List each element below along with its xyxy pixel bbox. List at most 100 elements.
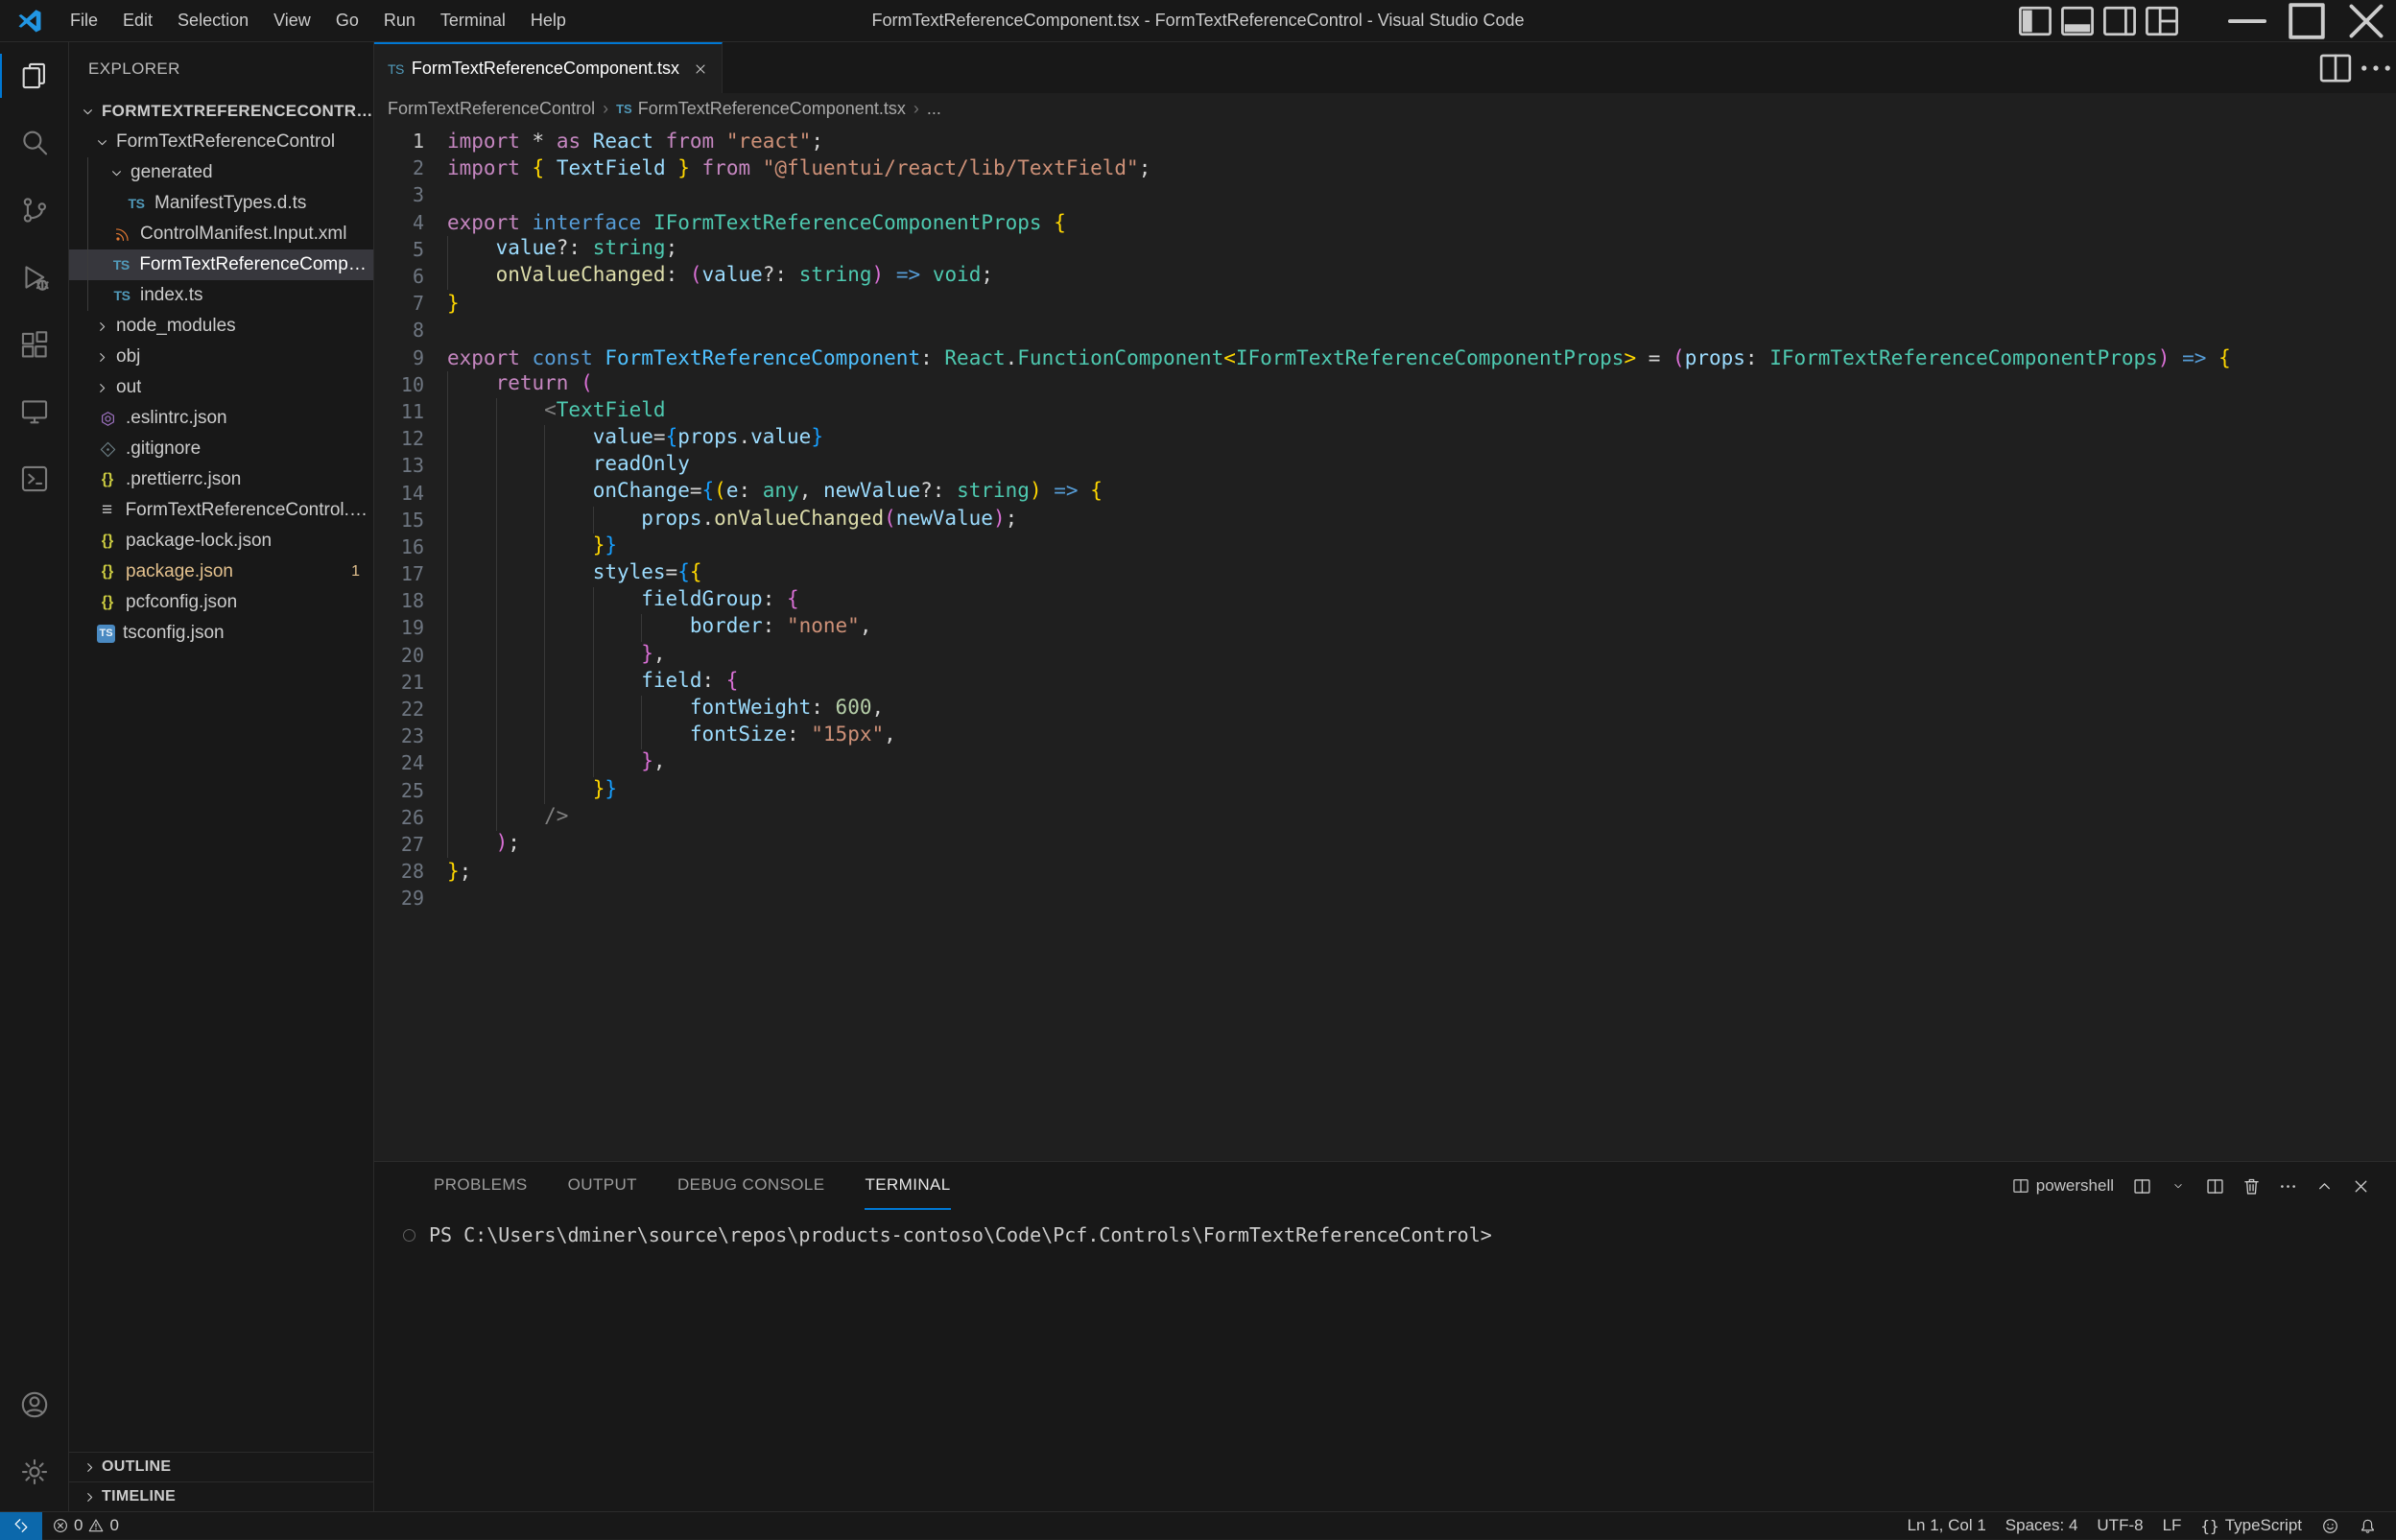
menu-terminal[interactable]: Terminal — [428, 0, 518, 41]
code-line[interactable]: 26 /> — [374, 804, 2396, 831]
code-line[interactable]: 13 readOnly — [374, 452, 2396, 479]
terminal[interactable]: PS C:\Users\dminer\source\repos\products… — [374, 1210, 2396, 1246]
tree-item-obj[interactable]: obj — [69, 342, 373, 372]
line-number[interactable]: 12 — [374, 427, 424, 450]
remote-indicator-button[interactable] — [0, 1512, 42, 1540]
line-number[interactable]: 16 — [374, 535, 424, 558]
panel-tab-terminal[interactable]: TERMINAL — [865, 1162, 950, 1210]
code-line[interactable]: 21 field: { — [374, 669, 2396, 696]
code-line[interactable]: 28 }; — [374, 858, 2396, 885]
code-line[interactable]: 24 }, — [374, 749, 2396, 776]
close-window-button[interactable] — [2337, 0, 2396, 42]
tree-item-manifesttypes-d-ts[interactable]: TS ManifestTypes.d.ts — [69, 188, 373, 219]
split-editor-icon[interactable] — [2315, 47, 2356, 89]
code-line[interactable]: 3 — [374, 181, 2396, 208]
activity-explorer[interactable] — [0, 42, 69, 109]
line-number[interactable]: 15 — [374, 509, 424, 532]
terminal-profile-tab[interactable]: powershell — [2011, 1176, 2114, 1196]
tab-formtextreferencecomponent[interactable]: TS FormTextReferenceComponent.tsx — [374, 42, 723, 93]
code-line[interactable]: 14 onChange={(e: any, newValue?: string)… — [374, 479, 2396, 506]
status-language-mode[interactable]: {}TypeScript — [2191, 1516, 2312, 1535]
line-number[interactable]: 18 — [374, 589, 424, 612]
tree-item-controlmanifest-input-xml[interactable]: ControlManifest.Input.xml — [69, 219, 373, 249]
code-line[interactable]: 20 }, — [374, 642, 2396, 669]
line-number[interactable]: 6 — [374, 265, 424, 288]
tree-item-formtextreferencecontrol[interactable]: FormTextReferenceControl — [69, 127, 373, 157]
menu-run[interactable]: Run — [371, 0, 428, 41]
section-outline[interactable]: OUTLINE — [69, 1452, 373, 1481]
line-number[interactable]: 10 — [374, 373, 424, 396]
tree-item--prettierrc-json[interactable]: {} .prettierrc.json — [69, 464, 373, 495]
status-notifications[interactable] — [2349, 1517, 2386, 1535]
activity-source-control[interactable] — [0, 177, 69, 244]
code-editor[interactable]: 1 import * as React from "react"; 2 impo… — [374, 125, 2396, 912]
line-number[interactable]: 19 — [374, 616, 424, 639]
line-number[interactable]: 2 — [374, 156, 424, 179]
menu-edit[interactable]: Edit — [110, 0, 165, 41]
close-panel-icon[interactable] — [2342, 1168, 2379, 1204]
section-timeline[interactable]: TIMELINE — [69, 1481, 373, 1511]
code-line[interactable]: 23 fontSize: "15px", — [374, 723, 2396, 749]
customize-layout-icon[interactable] — [2141, 0, 2183, 42]
line-number[interactable]: 8 — [374, 319, 424, 342]
activity-power-platform[interactable] — [0, 445, 69, 512]
tree-item-generated[interactable]: generated — [69, 157, 373, 188]
status-indentation[interactable]: Spaces: 4 — [1996, 1516, 2088, 1535]
tree-item--gitignore[interactable]: .gitignore — [69, 434, 373, 464]
launch-profile-dropdown-icon[interactable] — [2160, 1168, 2196, 1204]
panel-tab-problems[interactable]: PROBLEMS — [434, 1162, 528, 1210]
menu-file[interactable]: File — [58, 0, 110, 41]
toggle-panel-icon[interactable] — [2056, 0, 2099, 42]
line-number[interactable]: 22 — [374, 698, 424, 721]
tree-item-tsconfig-json[interactable]: TS tsconfig.json — [69, 618, 373, 649]
line-number[interactable]: 14 — [374, 482, 424, 505]
status-cursor-position[interactable]: Ln 1, Col 1 — [1898, 1516, 1996, 1535]
code-line[interactable]: 12 value={props.value} — [374, 425, 2396, 452]
tree-item-formtextreferencecontrol[interactable]: FORMTEXTREFERENCECONTROL — [69, 96, 373, 127]
activity-settings[interactable] — [0, 1438, 69, 1505]
line-number[interactable]: 13 — [374, 454, 424, 477]
maximize-button[interactable] — [2277, 0, 2337, 42]
line-number[interactable]: 27 — [374, 833, 424, 856]
breadcrumb-file[interactable]: FormTextReferenceComponent.tsx — [638, 99, 906, 119]
line-number[interactable]: 28 — [374, 860, 424, 883]
code-line[interactable]: 17 styles={{ — [374, 560, 2396, 587]
code-line[interactable]: 4 export interface IFormTextReferenceCom… — [374, 209, 2396, 236]
line-number[interactable]: 24 — [374, 751, 424, 774]
tree-item-package-json[interactable]: {} package.json1 — [69, 557, 373, 587]
toggle-secondary-sidebar-icon[interactable] — [2099, 0, 2141, 42]
activity-extensions[interactable] — [0, 311, 69, 378]
minimize-button[interactable] — [2218, 0, 2277, 42]
tree-item-formtextreferencecontrol-pcfproj[interactable]: ≡ FormTextReferenceControl.pcfproj — [69, 495, 373, 526]
code-line[interactable]: 15 props.onValueChanged(newValue); — [374, 507, 2396, 533]
tree-item-package-lock-json[interactable]: {} package-lock.json — [69, 526, 373, 557]
line-number[interactable]: 23 — [374, 724, 424, 747]
line-number[interactable]: 20 — [374, 644, 424, 667]
panel-more-actions-icon[interactable] — [2269, 1168, 2306, 1204]
editor-more-actions-icon[interactable] — [2356, 47, 2396, 89]
menu-go[interactable]: Go — [323, 0, 371, 41]
code-line[interactable]: 22 fontWeight: 600, — [374, 696, 2396, 723]
problems-status[interactable]: 0 0 — [42, 1516, 129, 1535]
code-line[interactable]: 10 return ( — [374, 371, 2396, 398]
line-number[interactable]: 1 — [374, 130, 424, 153]
line-number[interactable]: 17 — [374, 562, 424, 585]
line-number[interactable]: 26 — [374, 806, 424, 829]
tree-item-pcfconfig-json[interactable]: {} pcfconfig.json — [69, 587, 373, 618]
close-tab-icon[interactable] — [693, 61, 708, 77]
menu-selection[interactable]: Selection — [165, 0, 261, 41]
code-line[interactable]: 8 — [374, 317, 2396, 344]
tree-item-out[interactable]: out — [69, 372, 373, 403]
code-line[interactable]: 11 <TextField — [374, 398, 2396, 425]
code-line[interactable]: 19 border: "none", — [374, 614, 2396, 641]
line-number[interactable]: 4 — [374, 211, 424, 234]
line-number[interactable]: 3 — [374, 183, 424, 206]
launch-profile-icon[interactable] — [2123, 1168, 2160, 1204]
code-line[interactable]: 7 } — [374, 290, 2396, 317]
panel-tab-output[interactable]: OUTPUT — [568, 1162, 637, 1210]
split-terminal-icon[interactable] — [2196, 1168, 2233, 1204]
status-encoding[interactable]: UTF-8 — [2087, 1516, 2152, 1535]
code-line[interactable]: 18 fieldGroup: { — [374, 587, 2396, 614]
tree-item--eslintrc-json[interactable]: .eslintrc.json — [69, 403, 373, 434]
code-line[interactable]: 25 }} — [374, 777, 2396, 804]
